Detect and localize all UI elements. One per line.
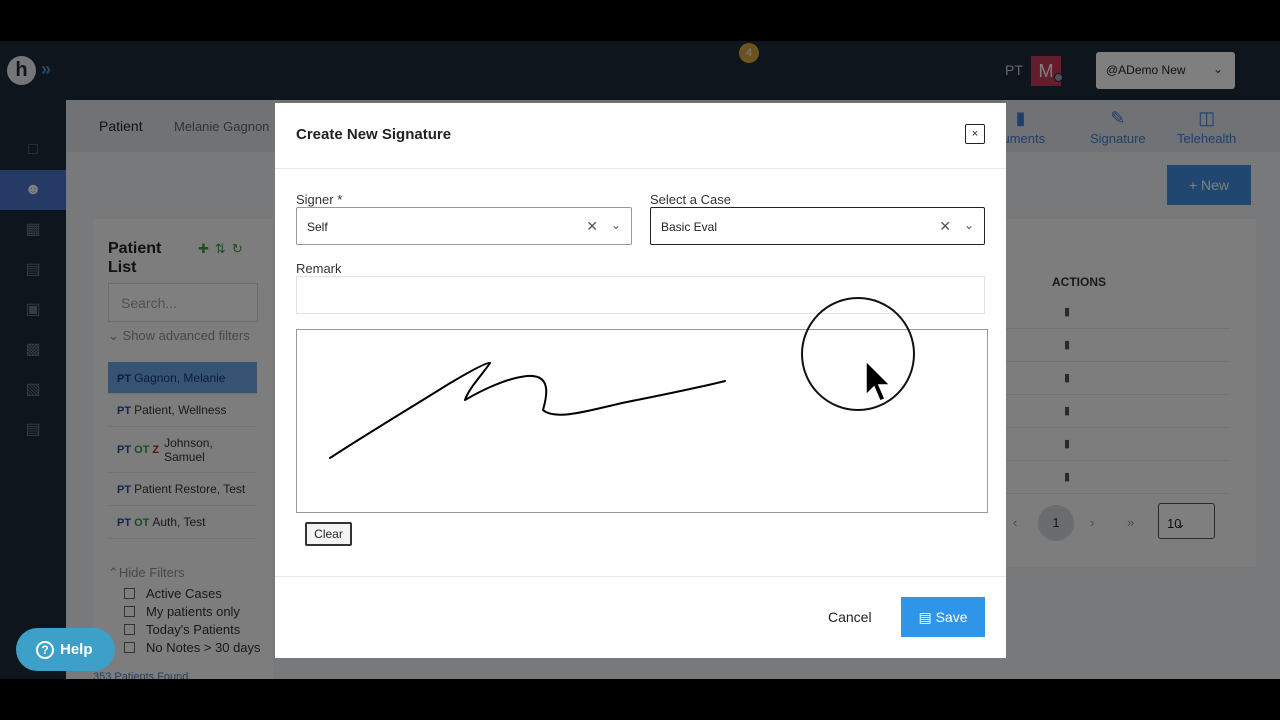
signer-label: Signer * — [296, 192, 343, 207]
chevron-down-icon: ⌄ — [963, 218, 974, 232]
remark-label: Remark — [296, 261, 342, 276]
app-screen: h » 4 PT M @ADemo New ⌄ □ ☻ ▦ ▤ ▣ ▩ ▧ ▤ … — [0, 41, 1280, 679]
save-icon: ▤ — [918, 609, 932, 625]
help-label: Help — [60, 641, 93, 658]
divider — [275, 168, 1006, 169]
chevron-down-icon: ⌄ — [610, 218, 621, 232]
case-label: Select a Case — [650, 192, 731, 207]
mouse-pointer-icon — [865, 359, 892, 402]
save-button[interactable]: ▤ Save — [901, 597, 985, 637]
close-icon[interactable]: × — [965, 124, 985, 144]
clear-button[interactable]: Clear — [305, 522, 352, 546]
help-button[interactable]: ? Help — [16, 628, 115, 671]
signer-select[interactable]: Self ✕ ⌄ — [296, 207, 632, 245]
divider — [275, 576, 1006, 577]
cursor-highlight — [801, 297, 915, 411]
clear-icon[interactable]: ✕ — [939, 218, 951, 235]
clear-icon[interactable]: ✕ — [586, 218, 598, 235]
cancel-button[interactable]: Cancel — [828, 609, 872, 625]
question-icon: ? — [36, 641, 54, 659]
signer-value: Self — [307, 220, 328, 234]
case-value: Basic Eval — [661, 220, 718, 234]
case-select[interactable]: Basic Eval ✕ ⌄ — [650, 207, 985, 245]
save-label: Save — [935, 609, 968, 625]
dialog-title: Create New Signature — [296, 126, 452, 143]
